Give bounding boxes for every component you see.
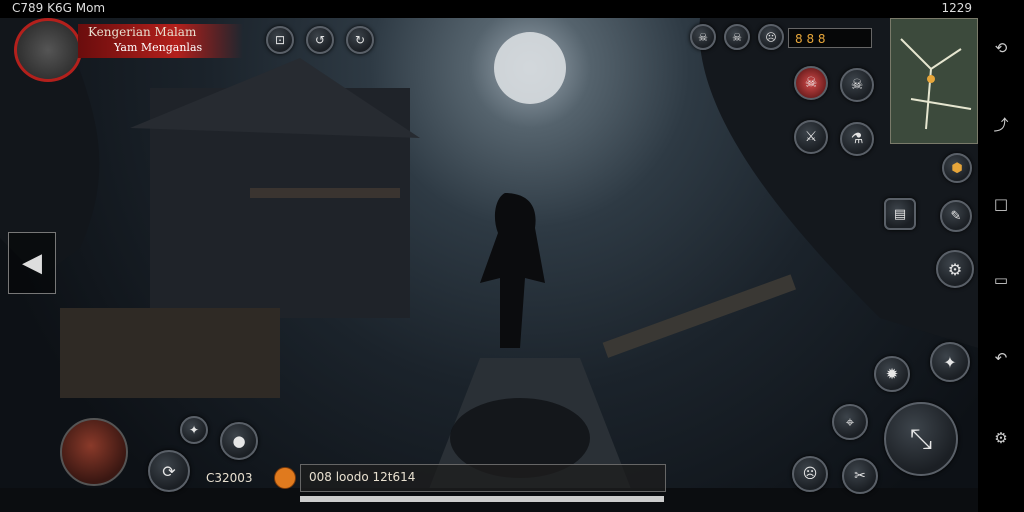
nav-share-icon[interactable]: ⤴ [991,114,1011,134]
map-icon[interactable]: ↺ [306,26,334,54]
pumpkin-icon[interactable] [274,467,296,489]
claw-icon[interactable]: ✂ [842,458,878,494]
status-time: 1229 [941,1,972,15]
status-bar: C789 K6G Mom 1229 [0,0,1024,18]
chat-bar[interactable]: 008 loodo 12t614 [300,464,666,492]
swap-icon[interactable]: ⟳ [148,450,190,492]
skills-icon[interactable]: ↻ [346,26,374,54]
attack-button[interactable]: ⤡ [884,402,958,476]
tool-icon[interactable]: ✎ [940,200,972,232]
inventory-icon[interactable]: ⊡ [266,26,294,54]
crosshair-button[interactable]: ✹ [874,356,910,392]
game-scene[interactable]: Kengerian Malam Yam Menganlas ⊡ ↺ ↻ ☠ ☠ … [0,18,978,512]
player-name-banner: Kengerian Malam Yam Menganlas [78,24,243,58]
target-icon[interactable]: ⌖ [832,404,868,440]
apple-icon[interactable]: ● [220,422,258,460]
ghost-icon[interactable]: ☹ [792,456,828,492]
resource-counts: 8 8 8 [795,32,826,46]
bone-icon[interactable]: ☠ [690,24,716,50]
resource-bar: 8 8 8 [788,28,872,48]
movement-joystick[interactable] [60,418,128,486]
nav-settings-icon[interactable]: ⚙ [991,428,1011,448]
status-left: C789 K6G Mom [12,1,106,15]
nav-square-icon[interactable]: □ [991,194,1011,214]
player-subtitle: Yam Menganlas [114,41,203,54]
nav-rotate-icon[interactable]: ⟲ [991,38,1011,58]
mask-icon[interactable]: ☹ [758,24,784,50]
currency-counter: C32003 [206,471,253,485]
minimap[interactable] [890,18,978,144]
compass-icon[interactable]: ✦ [180,416,208,444]
attack-red-icon[interactable]: ☠ [794,66,828,100]
shield-icon[interactable]: ⬢ [942,153,972,183]
scene-art [0,18,978,512]
skull-button[interactable]: ☠ [840,68,874,102]
chat-message: 008 loodo 12t614 [309,470,416,484]
player-name: Kengerian Malam [88,25,197,39]
player-portrait[interactable] [14,18,82,82]
progress-strip [300,496,664,502]
nav-back-icon[interactable]: ↶ [991,348,1011,368]
journal-icon[interactable]: ▤ [884,198,916,230]
skull-icon[interactable]: ☠ [724,24,750,50]
special-icon[interactable]: ✦ [930,342,970,382]
potion-icon[interactable]: ⚗ [840,122,874,156]
back-arrow-icon[interactable]: ◀ [8,232,56,294]
gear-icon[interactable]: ⚙ [936,250,974,288]
system-nav-bar: ⟲ ⤴ □ ▭ ↶ ⚙ [978,18,1024,512]
sword-icon[interactable]: ⚔ [794,120,828,154]
nav-chat-icon[interactable]: ▭ [991,270,1011,290]
minimap-roads [900,38,972,130]
